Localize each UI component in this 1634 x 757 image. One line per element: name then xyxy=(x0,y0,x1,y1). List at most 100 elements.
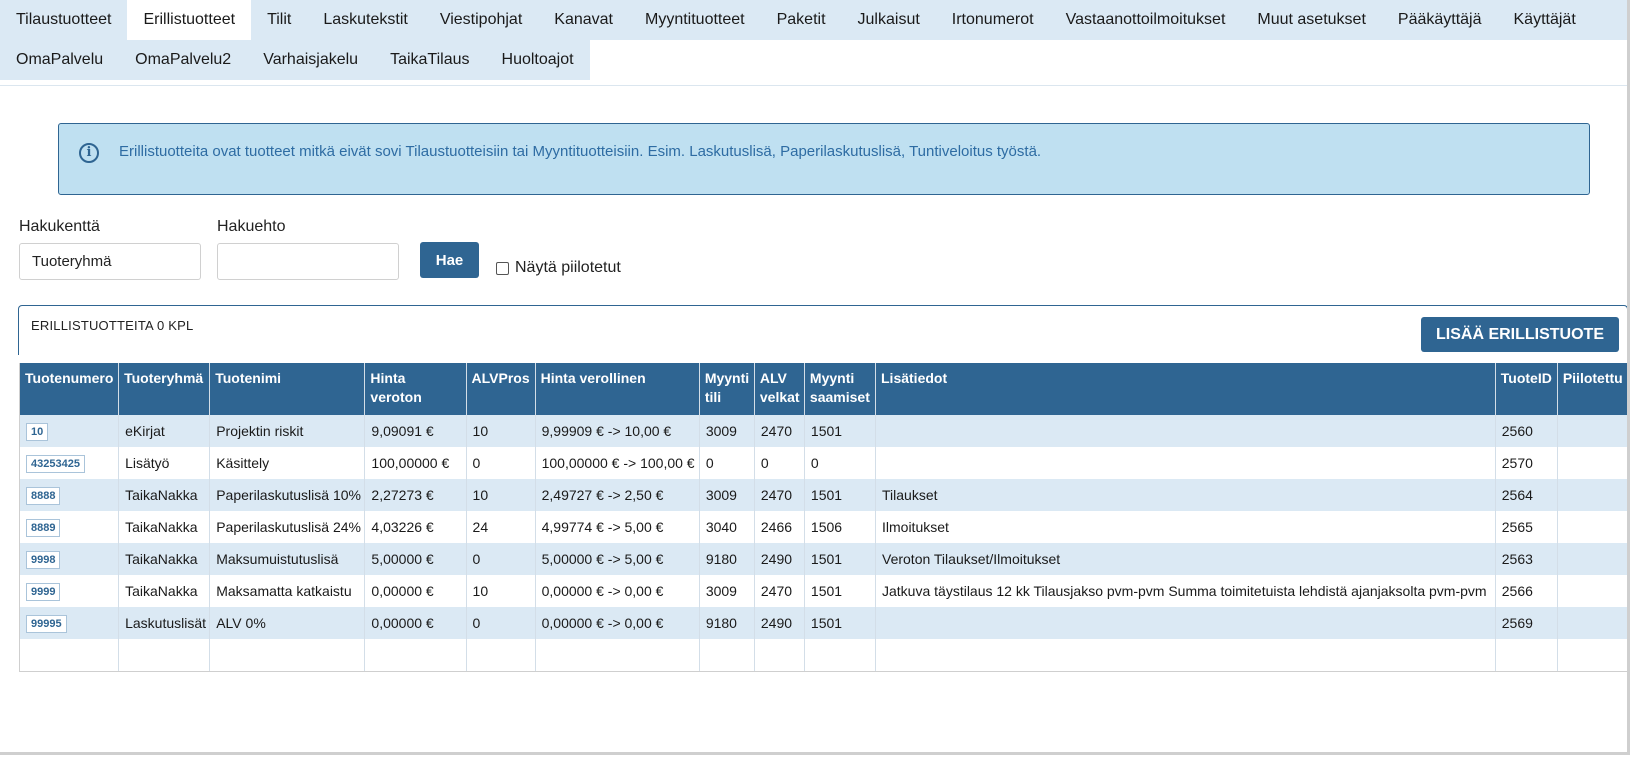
tab-huoltoajot[interactable]: Huoltoajot xyxy=(485,40,590,80)
tab-erillistuotteet[interactable]: Erillistuotteet xyxy=(127,0,252,40)
table-cell: 2,27273 € xyxy=(364,479,467,511)
table-cell: Ilmoitukset xyxy=(875,511,1496,543)
table-cell: 3040 xyxy=(699,511,755,543)
tab-tilaustuotteet[interactable]: Tilaustuotteet xyxy=(0,0,128,40)
table-cell: 1501 xyxy=(804,543,877,575)
tab-tilit[interactable]: Tilit xyxy=(251,0,308,40)
column-header[interactable]: Myynti tili xyxy=(699,363,755,415)
table-cell: 0 xyxy=(804,447,877,479)
table-row[interactable]: 99995 Laskutuslisät ALV 0% 0,00000 €0 0,0000… xyxy=(18,607,1627,639)
table-cell: 3009 xyxy=(699,415,755,447)
table-cell: 2563 xyxy=(1495,543,1558,575)
tab-taikatilaus[interactable]: TaikaTilaus xyxy=(374,40,486,80)
table-cell: Jatkuva täystilaus 12 kk Tilausjakso pvm… xyxy=(875,575,1496,607)
table-cell: 100,00000 € -> 100,00 € xyxy=(535,447,700,479)
column-header[interactable]: ALV velkat xyxy=(754,363,805,415)
table-cell: 0 xyxy=(699,447,755,479)
tab-omapalvelu2[interactable]: OmaPalvelu2 xyxy=(119,40,248,80)
search-field-select[interactable] xyxy=(19,243,201,280)
table-cell: 10 xyxy=(18,415,120,447)
product-number-link[interactable]: 99995 xyxy=(26,614,67,633)
table-row[interactable]: 10 eKirjat Projektin riskit 9,09091 €10 9,99… xyxy=(18,415,1627,447)
table-cell: Maksamatta katkaistu xyxy=(209,575,366,607)
tab-varhaisjakelu[interactable]: Varhaisjakelu xyxy=(247,40,375,80)
table-cell: 3009 xyxy=(699,479,755,511)
table-cell: 9,99909 € -> 10,00 € xyxy=(535,415,700,447)
product-number-link[interactable]: 9999 xyxy=(26,582,61,601)
table-cell: 2490 xyxy=(754,543,805,575)
table-cell-empty xyxy=(118,639,211,672)
table-cell: 1501 xyxy=(804,607,877,639)
table-row[interactable]: 8889 TaikaNakka Paperilaskutuslisä 24% 4,03… xyxy=(18,511,1627,543)
page: Tilaustuotteet Erillistuotteet Tilit Laskut… xyxy=(0,0,1630,755)
table-cell: 100,00000 € xyxy=(364,447,467,479)
tab-irtonumerot[interactable]: Irtonumerot xyxy=(935,0,1050,40)
show-hidden-checkbox[interactable] xyxy=(496,261,509,275)
search-button[interactable]: Hae xyxy=(420,242,479,278)
table-cell-empty xyxy=(875,639,1496,672)
tab-julkaisut[interactable]: Julkaisut xyxy=(841,0,936,40)
tab-pääkäyttäjä[interactable]: Pääkäyttäjä xyxy=(1381,0,1498,40)
table-row[interactable]: 8888 TaikaNakka Paperilaskutuslisä 10% 2,27… xyxy=(18,479,1627,511)
table-cell-empty xyxy=(209,639,366,672)
table-cell-empty xyxy=(804,639,877,672)
table-cell: 8889 xyxy=(18,511,120,543)
tab-omapalvelu[interactable]: OmaPalvelu xyxy=(0,40,120,80)
search-condition-input[interactable] xyxy=(217,243,399,280)
tab-käyttäjät[interactable]: Käyttäjät xyxy=(1497,0,1592,40)
product-number-link[interactable]: 9998 xyxy=(26,550,61,569)
tab-myyntituotteet[interactable]: Myyntituotteet xyxy=(629,0,761,40)
table-cell-empty xyxy=(1557,639,1627,672)
tab-bar: Tilaustuotteet Erillistuotteet Tilit Laskut… xyxy=(0,0,1627,86)
table-cell: Veroton Tilaukset/Ilmoitukset xyxy=(875,543,1496,575)
table-cell: 0,00000 € xyxy=(364,575,467,607)
table-cell: 4,03226 € xyxy=(364,511,467,543)
table-row[interactable]: 9998 TaikaNakka Maksumuistutuslisä 5,00000 … xyxy=(18,543,1627,575)
column-header[interactable]: TuoteID xyxy=(1495,363,1558,415)
table-cell-empty xyxy=(1495,639,1558,672)
tab-kanavat[interactable]: Kanavat xyxy=(538,0,629,40)
table-cell: 9,09091 € xyxy=(364,415,467,447)
tab-muut-asetukset[interactable]: Muut asetukset xyxy=(1241,0,1382,40)
add-product-button[interactable]: LISÄÄ ERILLISTUOTE xyxy=(1421,317,1619,352)
products-table: Tuotenumero Tuoteryhmä Tuotenimi Hinta vero… xyxy=(18,363,1627,672)
table-cell xyxy=(875,607,1496,639)
table-cell: Käsittely xyxy=(209,447,366,479)
tab-vastaanottoilmoitukset[interactable]: Vastaanottoilmoitukset xyxy=(1049,0,1242,40)
table-row[interactable]: 9999 TaikaNakka Maksamatta katkaistu 0,0000… xyxy=(18,575,1627,607)
column-header[interactable]: Tuotenumero xyxy=(18,363,120,415)
column-header[interactable]: Tuotenimi xyxy=(209,363,366,415)
table-row[interactable]: 43253425 Lisätyö Käsittely 100,00000 €0 100,… xyxy=(18,447,1627,479)
table-cell: 0,00000 € -> 0,00 € xyxy=(535,575,700,607)
product-number-link[interactable]: 10 xyxy=(26,422,49,441)
product-number-link[interactable]: 8888 xyxy=(26,486,61,505)
table-cell xyxy=(1557,575,1627,607)
column-header[interactable]: Hinta verollinen xyxy=(535,363,700,415)
product-number-link[interactable]: 8889 xyxy=(26,518,61,537)
column-header[interactable]: Piilotettu xyxy=(1557,363,1627,415)
tab-viestipohjat[interactable]: Viestipohjat xyxy=(423,0,539,40)
show-hidden-label: Näytä piilotetut xyxy=(515,259,621,276)
tab-laskutekstit[interactable]: Laskutekstit xyxy=(307,0,424,40)
table-cell: 2570 xyxy=(1495,447,1558,479)
column-header[interactable]: ALVPros xyxy=(466,363,536,415)
column-header[interactable]: Myynti saamiset xyxy=(804,363,877,415)
table-cell: Maksumuistutuslisä xyxy=(209,543,366,575)
table-cell: 9180 xyxy=(699,543,755,575)
column-header[interactable]: Tuoteryhmä xyxy=(118,363,211,415)
tab-paketit[interactable]: Paketit xyxy=(760,0,842,40)
table-cell: 2490 xyxy=(754,607,805,639)
table-cell: 2470 xyxy=(754,479,805,511)
product-number-link[interactable]: 43253425 xyxy=(26,454,85,473)
table-cell: 5,00000 € xyxy=(364,543,467,575)
table-cell: 0,00000 € -> 0,00 € xyxy=(535,607,700,639)
table-cell-empty xyxy=(699,639,755,672)
column-header[interactable]: Hinta veroton xyxy=(364,363,467,415)
tab-row-1: Tilaustuotteet Erillistuotteet Tilit Laskut… xyxy=(0,0,1627,40)
table-cell: Paperilaskutuslisä 24% xyxy=(209,511,366,543)
table-cell-empty xyxy=(364,639,467,672)
table-cell: 0 xyxy=(466,543,536,575)
column-header[interactable]: Lisätiedot xyxy=(875,363,1496,415)
table-cell-empty xyxy=(18,639,120,672)
show-hidden-toggle[interactable]: Näytä piilotetut xyxy=(496,259,621,277)
